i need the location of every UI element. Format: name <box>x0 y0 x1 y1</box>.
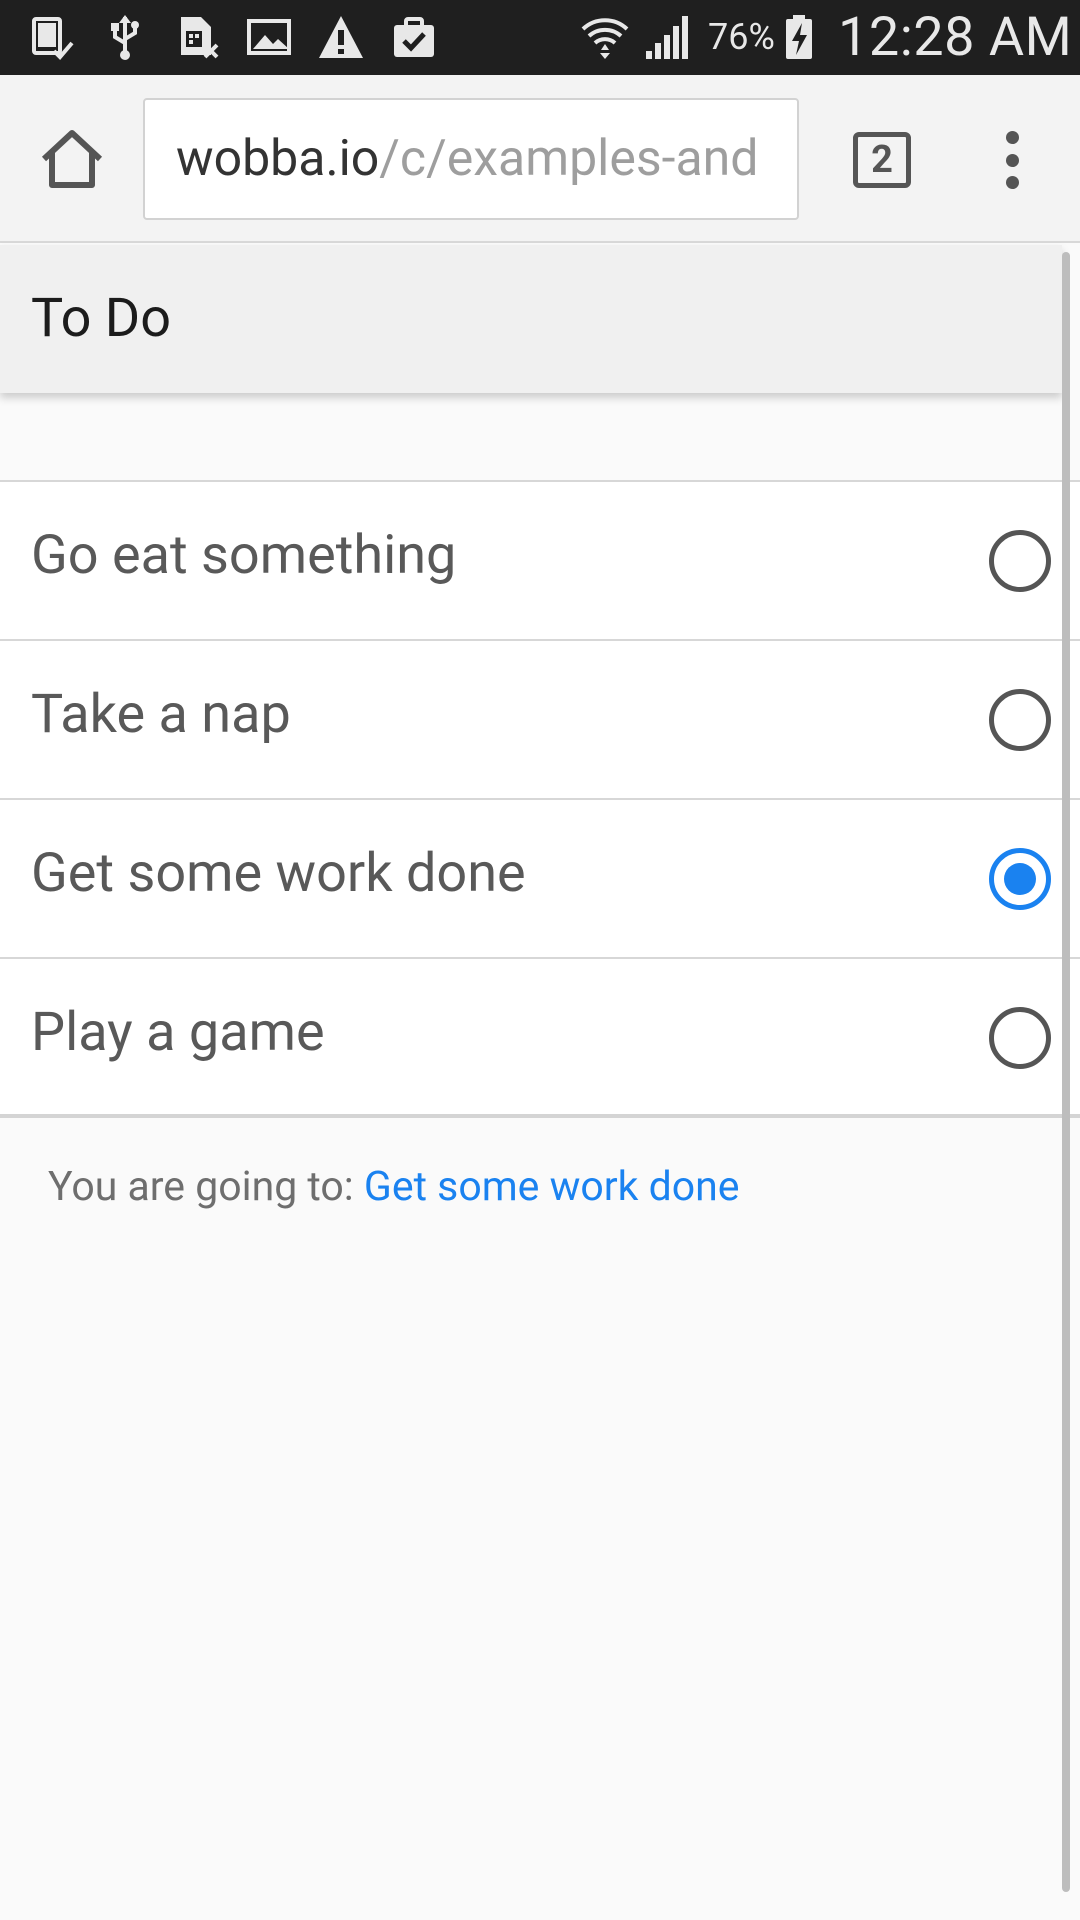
todo-radio[interactable] <box>989 848 1051 910</box>
todo-item[interactable]: Play a game <box>0 959 1080 1118</box>
todo-radio[interactable] <box>989 1007 1051 1069</box>
todo-item-label: Go eat something <box>31 524 457 587</box>
status-bar: 76% 12:28 AM <box>0 0 1080 75</box>
wifi-icon <box>580 12 630 62</box>
summary-value: Get some work done <box>363 1163 740 1211</box>
selection-summary: You are going to: Get some work done <box>48 1163 740 1211</box>
warning-icon <box>316 12 366 62</box>
todo-list: Go eat something Take a nap Get some wor… <box>0 480 1080 1118</box>
tab-count: 2 <box>871 138 893 182</box>
todo-item[interactable]: Take a nap <box>0 641 1080 800</box>
tab-switcher-button[interactable]: 2 <box>853 132 911 188</box>
browser-toolbar: wobba.io/c/examples-and 2 <box>0 75 1080 243</box>
page-title: To Do <box>31 287 172 350</box>
clock-time: 12:28 AM <box>838 6 1073 69</box>
summary-prefix: You are going to: <box>48 1163 364 1211</box>
image-icon <box>244 12 294 62</box>
todo-item-label: Take a nap <box>31 683 291 746</box>
url-host: wobba.io <box>176 130 380 188</box>
url-path: /c/examples-and <box>379 130 759 188</box>
home-button[interactable] <box>36 125 108 193</box>
signal-icon <box>643 12 693 62</box>
tablet-check-icon <box>27 12 77 62</box>
battery-percent: 76% <box>708 16 775 58</box>
app-header: To Do <box>0 245 1062 393</box>
todo-item[interactable]: Get some work done <box>0 800 1080 959</box>
todo-item-label: Play a game <box>31 1001 325 1064</box>
home-icon <box>41 130 103 188</box>
url-bar[interactable]: wobba.io/c/examples-and <box>143 98 799 220</box>
overflow-menu-button[interactable] <box>986 131 1038 189</box>
todo-item-label: Get some work done <box>31 842 526 905</box>
page-scrollbar[interactable] <box>1062 252 1070 1892</box>
todo-radio[interactable] <box>989 689 1051 751</box>
battery-charging-icon <box>778 12 820 62</box>
menu-dot-icon <box>1005 176 1019 189</box>
sim-card-x-icon <box>172 12 222 62</box>
usb-icon <box>100 12 150 62</box>
todo-radio[interactable] <box>989 530 1051 592</box>
menu-dot-icon <box>1005 153 1019 167</box>
menu-dot-icon <box>1005 131 1019 144</box>
clipboard-check-icon <box>389 12 439 62</box>
todo-item[interactable]: Go eat something <box>0 482 1080 641</box>
